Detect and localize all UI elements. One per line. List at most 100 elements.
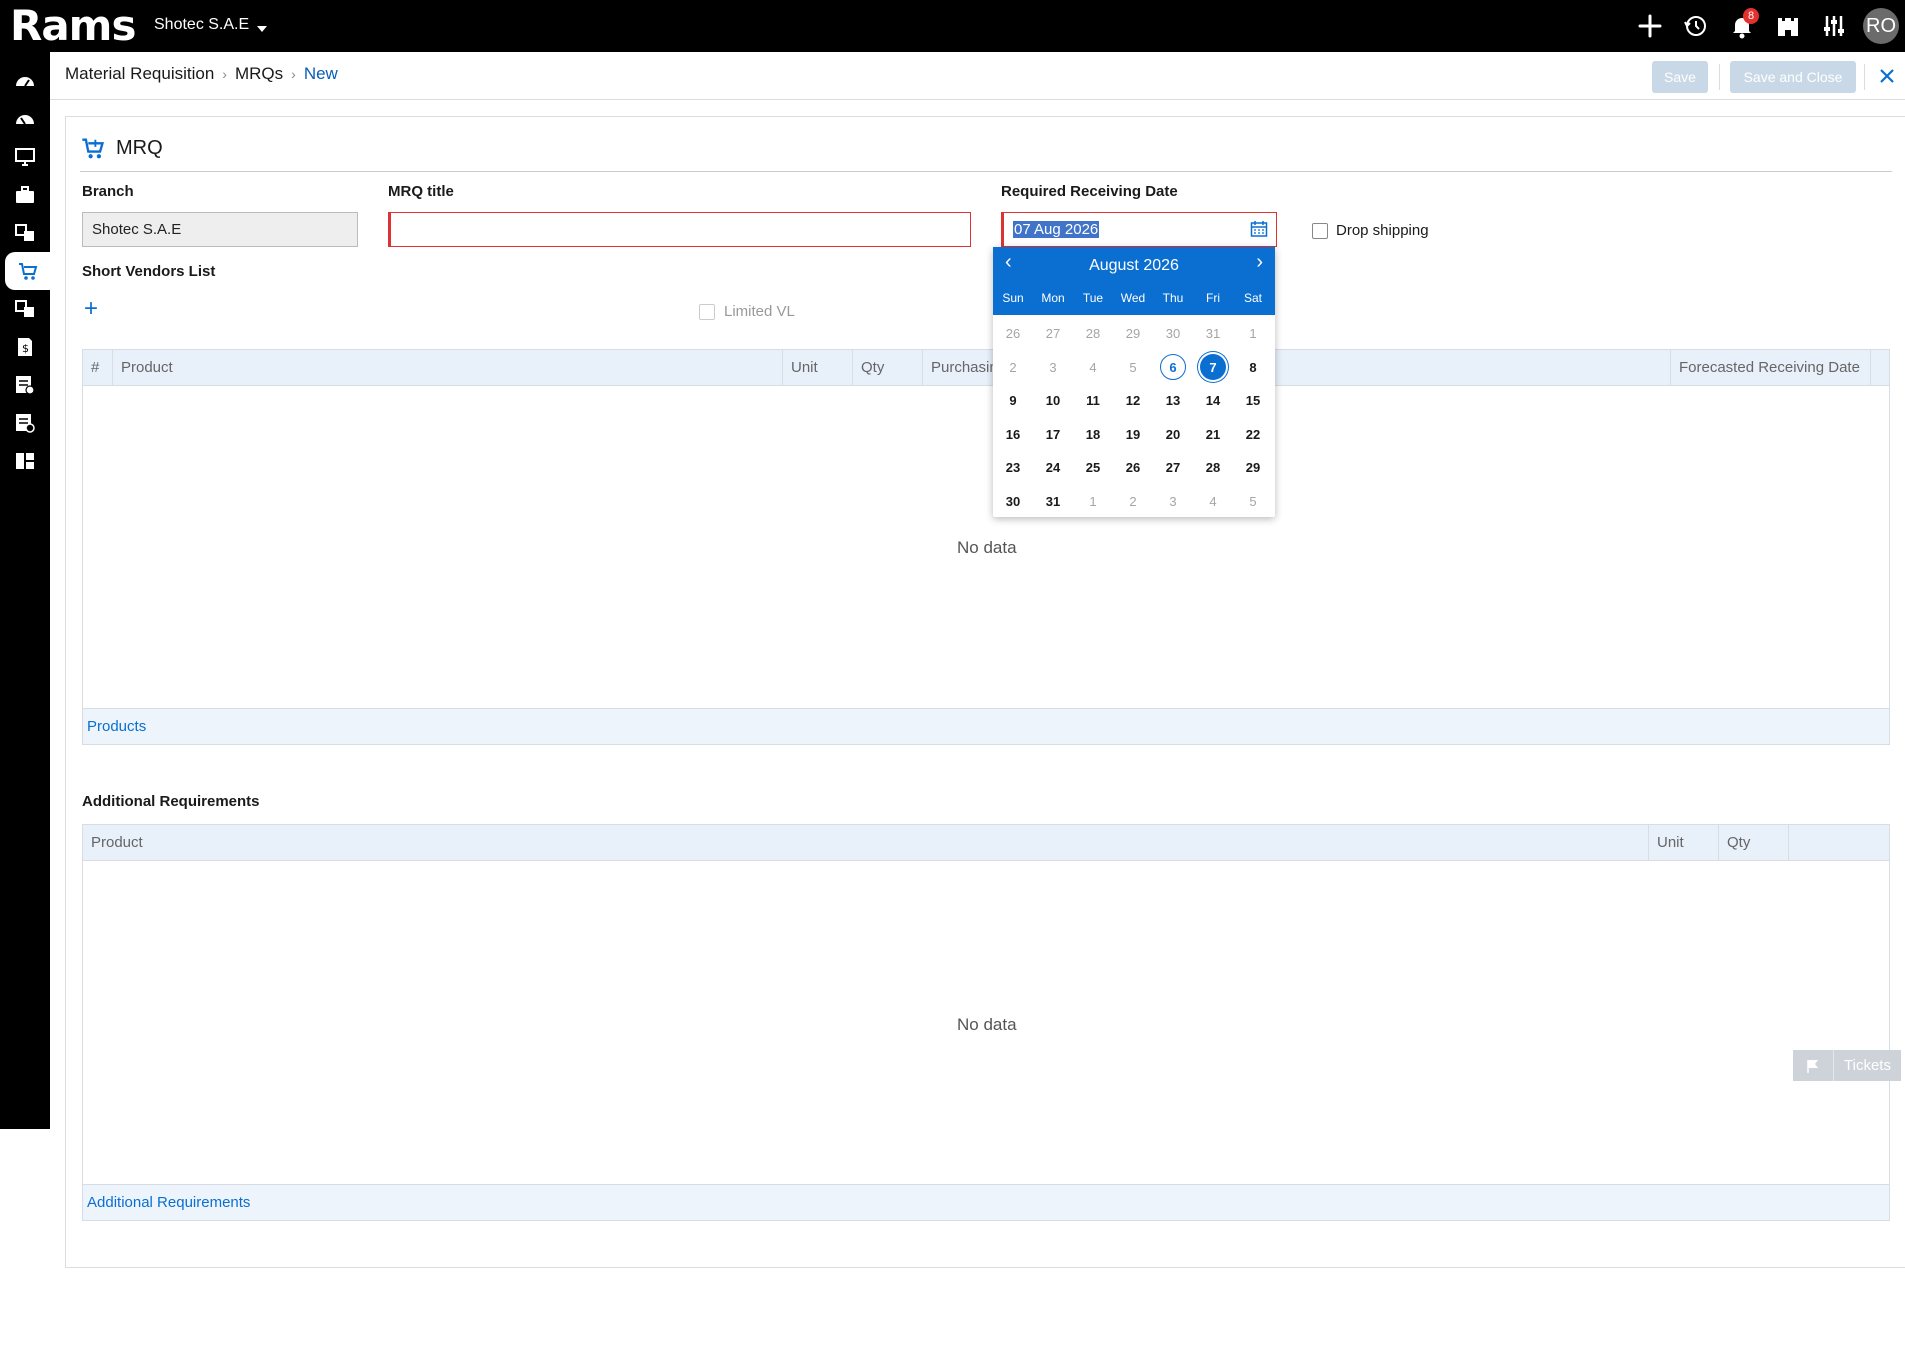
sidebar-item-document-settings[interactable] (0, 404, 50, 442)
date-value: 07 Aug 2026 (1013, 221, 1100, 238)
additional-requirements-tab-link[interactable]: Additional Requirements (87, 1194, 250, 1211)
calendar-day[interactable]: 2 (1113, 485, 1153, 519)
column-header-index[interactable]: # (83, 350, 113, 386)
sidebar-item-monitor[interactable] (0, 138, 50, 176)
calendar-day[interactable]: 30 (993, 485, 1033, 519)
calendar-day[interactable]: 29 (1233, 451, 1273, 485)
calendar-day[interactable]: 17 (1033, 418, 1073, 452)
history-icon[interactable] (1673, 0, 1719, 52)
calendar-day[interactable]: 6 (1153, 351, 1193, 385)
castle-icon[interactable] (1765, 0, 1811, 52)
calendar-day[interactable]: 16 (993, 418, 1033, 452)
calendar-day[interactable]: 3 (1153, 485, 1193, 519)
calendar-day[interactable]: 23 (993, 451, 1033, 485)
column-header-product[interactable]: Product (113, 350, 783, 386)
sidebar-item-purchasing[interactable] (5, 252, 50, 290)
sliders-icon[interactable] (1811, 0, 1857, 52)
mrq-title-input[interactable] (388, 212, 971, 247)
chevron-right-icon[interactable]: › (1256, 251, 1263, 274)
calendar-day[interactable]: 5 (1233, 485, 1273, 519)
avatar[interactable]: RO (1863, 8, 1899, 44)
sidebar-item-dashboard-2[interactable] (0, 100, 50, 138)
calendar-day[interactable]: 9 (993, 384, 1033, 418)
calendar-day-number: 27 (1045, 326, 1061, 342)
breadcrumb-module[interactable]: Material Requisition (65, 64, 214, 84)
invoice-icon: $ (18, 338, 32, 356)
products-tab-link[interactable]: Products (87, 718, 146, 735)
calendar-day[interactable]: 26 (1113, 451, 1153, 485)
bell-icon[interactable]: 8 (1719, 0, 1765, 52)
drop-shipping-checkbox[interactable] (1312, 223, 1328, 239)
breadcrumb-separator-icon: › (222, 66, 227, 82)
calendar-day[interactable]: 15 (1233, 384, 1273, 418)
add-icon[interactable] (1627, 0, 1673, 52)
flag-icon[interactable] (1793, 1050, 1833, 1081)
calendar-day[interactable]: 27 (1033, 317, 1073, 351)
required-receiving-date-input[interactable]: 07 Aug 2026 (1001, 212, 1277, 247)
calendar-day[interactable]: 8 (1233, 351, 1273, 385)
calendar-day[interactable]: 10 (1033, 384, 1073, 418)
calendar-day-number: 20 (1165, 426, 1181, 442)
breadcrumb-current: New (303, 64, 338, 83)
calendar-day[interactable]: 2 (993, 351, 1033, 385)
calendar-day[interactable]: 18 (1073, 418, 1113, 452)
add-vendor-button[interactable]: + (84, 297, 98, 321)
breadcrumb-list[interactable]: MRQs (235, 64, 283, 84)
calendar-day[interactable]: 28 (1073, 317, 1113, 351)
calendar-day[interactable]: 27 (1153, 451, 1193, 485)
close-icon[interactable] (1872, 60, 1902, 92)
calendar-icon[interactable] (1250, 220, 1268, 242)
calendar-day-number: 29 (1245, 460, 1261, 476)
calendar-day[interactable]: 31 (1193, 317, 1233, 351)
branch-label: Branch (82, 183, 134, 200)
calendar-day-number: 15 (1245, 393, 1261, 409)
page-header: Material Requisition › MRQs › New Save S… (50, 52, 1905, 100)
calendar-day[interactable]: 29 (1113, 317, 1153, 351)
save-and-close-button[interactable]: Save and Close (1730, 61, 1856, 93)
sidebar-item-invoice[interactable]: $ (0, 328, 50, 366)
tickets-widget[interactable]: Tickets (1793, 1050, 1901, 1081)
sidebar-item-transfer[interactable] (0, 214, 50, 252)
calendar-day[interactable]: 12 (1113, 384, 1153, 418)
sidebar-item-dashboard[interactable] (0, 62, 50, 100)
sidebar-item-briefcase[interactable] (0, 176, 50, 214)
calendar-day[interactable]: 13 (1153, 384, 1193, 418)
calendar-day[interactable]: 22 (1233, 418, 1273, 452)
calendar-day[interactable]: 14 (1193, 384, 1233, 418)
calendar-day[interactable]: 1 (1073, 485, 1113, 519)
calendar-week-row: 30 31 1 2 3 4 5 (993, 485, 1275, 519)
save-button[interactable]: Save (1652, 61, 1708, 93)
calendar-day-number: 9 (1009, 393, 1017, 409)
calendar-day[interactable]: 28 (1193, 451, 1233, 485)
column-header-qty[interactable]: Qty (1719, 825, 1789, 861)
calendar-day[interactable]: 3 (1033, 351, 1073, 385)
sidebar-item-checklist[interactable] (0, 366, 50, 404)
calendar-day-selected[interactable]: 7 (1193, 351, 1233, 385)
calendar-day[interactable]: 4 (1073, 351, 1113, 385)
tickets-label[interactable]: Tickets (1833, 1050, 1901, 1081)
calendar-day[interactable]: 25 (1073, 451, 1113, 485)
company-selector[interactable]: Shotec S.A.E (154, 16, 268, 34)
column-header-product[interactable]: Product (83, 825, 1649, 861)
calendar-day[interactable]: 4 (1193, 485, 1233, 519)
column-header-forecasted-receiving-date[interactable]: Forecasted Receiving Date (1671, 350, 1871, 386)
sidebar-item-grid[interactable] (0, 442, 50, 480)
sidebar-item-transfer-2[interactable] (0, 290, 50, 328)
calendar-day[interactable]: 5 (1113, 351, 1153, 385)
calendar-day[interactable]: 1 (1233, 317, 1273, 351)
limited-vl-checkbox[interactable] (699, 304, 715, 320)
calendar-day[interactable]: 26 (993, 317, 1033, 351)
column-header-qty[interactable]: Qty (853, 350, 923, 386)
calendar-day-number: 2 (1129, 493, 1137, 509)
column-header-unit[interactable]: Unit (783, 350, 853, 386)
calendar-day[interactable]: 30 (1153, 317, 1193, 351)
calendar-day[interactable]: 11 (1073, 384, 1113, 418)
column-header-unit[interactable]: Unit (1649, 825, 1719, 861)
app-logo[interactable]: Rams (10, 2, 136, 50)
calendar-day[interactable]: 31 (1033, 485, 1073, 519)
date-picker-month[interactable]: August 2026 (993, 257, 1275, 275)
calendar-day[interactable]: 20 (1153, 418, 1193, 452)
calendar-day[interactable]: 19 (1113, 418, 1153, 452)
calendar-day[interactable]: 21 (1193, 418, 1233, 452)
calendar-day[interactable]: 24 (1033, 451, 1073, 485)
